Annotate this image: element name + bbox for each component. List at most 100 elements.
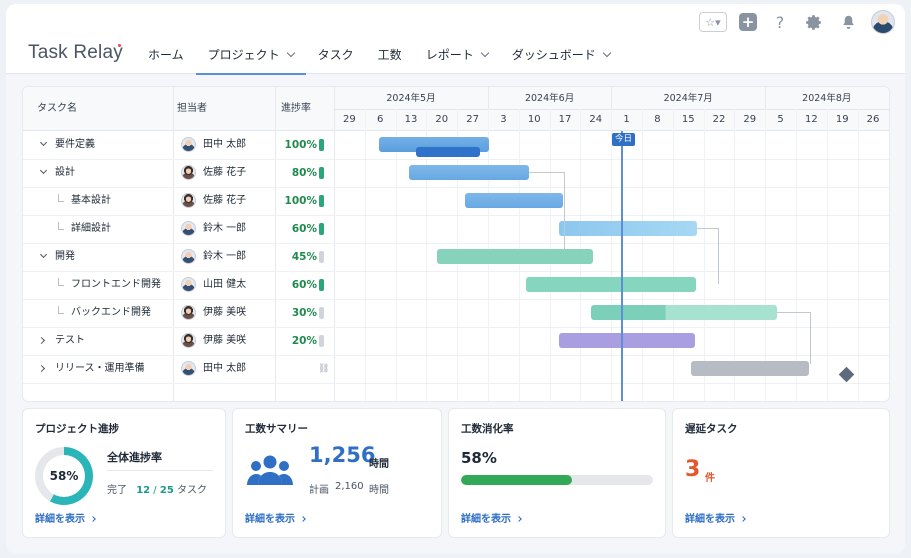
task-name[interactable]: バックエンド開発 (71, 299, 151, 327)
grid-line (765, 109, 767, 401)
task-row[interactable]: テスト 伊藤 美咲 20% (23, 327, 333, 355)
delayed-count: 3 (685, 457, 701, 482)
help-icon[interactable]: ? (769, 11, 791, 33)
assignee-avatar (181, 305, 196, 320)
chevron-right-icon[interactable] (37, 364, 46, 373)
nav-item-0[interactable]: ホーム (136, 34, 196, 74)
dependency-connector (529, 172, 565, 250)
milestone-diamond-icon[interactable] (838, 366, 855, 383)
plan-hours: 2,160 (335, 481, 364, 492)
gantt-bar[interactable] (559, 221, 697, 236)
assignee-name: 佐藤 花子 (203, 167, 247, 178)
chevron-right-icon[interactable] (37, 336, 46, 345)
month-header: 2024年7月 (663, 93, 713, 104)
add-plus-icon[interactable]: + (739, 13, 757, 31)
effort-burn-card: 工数消化率 58% 詳細を表示 (448, 408, 666, 538)
progress-percent: 30% (291, 307, 317, 319)
task-row[interactable]: 詳細設計 鈴木 一郎 60% (23, 215, 333, 243)
nav-label: タスク (317, 47, 354, 62)
col-task-name[interactable]: タスク名 (37, 87, 77, 131)
task-row[interactable]: 要件定義 田中 太郎 100% (23, 131, 333, 159)
chevron-right-icon (90, 516, 96, 522)
progress-percent: 80% (291, 167, 317, 179)
task-row[interactable]: 基本設計 佐藤 花子 100% (23, 187, 333, 215)
tree-connector (58, 194, 64, 202)
task-name[interactable]: リリース・運用準備 (55, 355, 145, 383)
task-name[interactable]: 詳細設計 (71, 215, 111, 243)
day-header: 24 (589, 114, 603, 125)
overall-progress-label: 全体進捗率 (107, 451, 162, 464)
month-divider (488, 87, 489, 109)
actual-hours-unit: 時間 (369, 459, 389, 470)
assignee-avatar (181, 277, 196, 292)
progress-mini-bar (319, 167, 324, 179)
assignee-name: 伊藤 美咲 (203, 307, 247, 318)
assignee-avatar (181, 361, 196, 376)
task-row[interactable]: バックエンド開発 伊藤 美咲 30% (23, 299, 333, 327)
nav-label: ダッシュボード (511, 47, 596, 62)
assignee-name: 佐藤 花子 (203, 195, 247, 206)
task-row[interactable]: フロントエンド開発 山田 健太 60% (23, 271, 333, 299)
total-count: 25 (159, 485, 174, 496)
chevron-right-icon (740, 516, 746, 522)
view-details-label: 詳細を表示 (35, 514, 85, 525)
progress-percent: 20% (291, 335, 317, 347)
nav-item-3[interactable]: 工数 (366, 34, 414, 74)
task-row[interactable]: リリース・運用準備 田中 太郎 ⛓ (23, 355, 333, 383)
gear-icon[interactable] (803, 11, 825, 33)
view-details-label: 詳細を表示 (685, 514, 735, 525)
task-name[interactable]: フロントエンド開発 (71, 271, 161, 299)
assignee-avatar (181, 137, 196, 152)
col-progress[interactable]: 進捗率 (281, 87, 311, 131)
card-title: 遅延タスク (685, 423, 738, 435)
task-name[interactable]: 基本設計 (71, 187, 111, 215)
task-name[interactable]: 開発 (55, 243, 75, 271)
divider (107, 470, 213, 471)
task-name[interactable]: テスト (55, 327, 85, 355)
app-logo[interactable]: Task Relay (28, 42, 123, 64)
user-avatar[interactable] (871, 10, 895, 34)
donut-value: 58% (49, 469, 79, 483)
card-title: 工数消化率 (461, 423, 514, 435)
grid-line (611, 109, 613, 401)
grid-line (857, 109, 859, 401)
favorite-star-icon[interactable]: ☆▾ (699, 12, 727, 32)
nav-item-5[interactable]: ダッシュボード (500, 34, 622, 74)
chevron-down-icon[interactable] (39, 166, 48, 175)
grid-line (672, 109, 674, 401)
nav-item-4[interactable]: レポート (414, 34, 500, 74)
task-name[interactable]: 設計 (55, 159, 75, 187)
bell-icon[interactable] (837, 11, 859, 33)
task-name[interactable]: 要件定義 (55, 131, 95, 159)
day-header: 27 (466, 114, 479, 125)
dependency-connector (697, 228, 719, 284)
task-row[interactable]: 設計 佐藤 花子 80% (23, 159, 333, 187)
gantt-bar[interactable] (591, 305, 777, 320)
chevron-down-icon[interactable] (39, 138, 48, 147)
actual-hours: 1,256 (309, 443, 376, 467)
gantt-bar[interactable] (437, 249, 593, 264)
view-details-link[interactable]: 詳細を表示 (685, 510, 746, 525)
view-details-link[interactable]: 詳細を表示 (461, 510, 522, 525)
day-header: 20 (435, 114, 449, 125)
gantt-bar[interactable] (559, 333, 695, 348)
view-details-link[interactable]: 詳細を表示 (245, 510, 306, 525)
gantt-subbar[interactable] (416, 147, 480, 157)
task-row[interactable]: 開発 鈴木 一郎 45% (23, 243, 333, 271)
col-assignee[interactable]: 担当者 (177, 87, 207, 131)
card-title: プロジェクト進捗 (35, 423, 119, 435)
today-marker: 今日 (612, 133, 636, 146)
gantt-bar[interactable] (409, 165, 529, 180)
tree-connector (58, 222, 64, 230)
tree-connector (58, 306, 64, 314)
nav-item-2[interactable]: タスク (306, 34, 366, 74)
day-header: 6 (377, 114, 384, 125)
burn-rate-value: 58% (461, 449, 497, 467)
view-details-link[interactable]: 詳細を表示 (35, 510, 96, 525)
chevron-down-icon (286, 48, 295, 57)
chevron-down-icon[interactable] (39, 250, 48, 259)
gantt-bar[interactable] (526, 277, 696, 292)
nav-item-1[interactable]: プロジェクト (195, 34, 306, 75)
progress-mini-fill (319, 167, 324, 179)
day-header: 10 (527, 114, 541, 125)
